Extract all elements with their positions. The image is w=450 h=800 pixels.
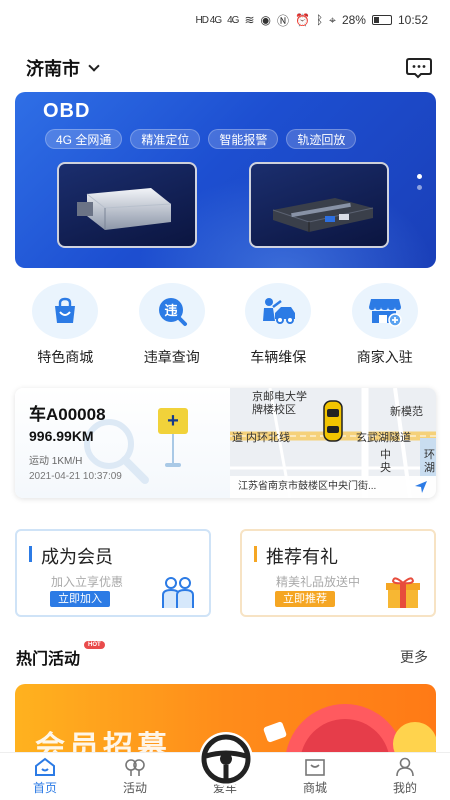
signal-icon-2: 4G (227, 14, 239, 26)
banner-tag: 精准定位 (130, 129, 201, 149)
battery-percent: 28% (341, 13, 366, 27)
hot-badge: HOT (84, 641, 105, 649)
banner-tag: 轨迹回放 (286, 129, 357, 149)
car-repair-icon (245, 283, 312, 339)
nfc-icon: Ⓝ (277, 13, 290, 28)
quick-menu: 特色商城 违 违章查询 车辆维保 商家入驻 (0, 283, 450, 367)
alarm-icon: ⏰ (295, 13, 310, 27)
nav-label: 活动 (122, 781, 147, 795)
car-summary: 车A00008 996.99KM 运动 1KM/H 2021-04-21 10:… (15, 388, 230, 498)
obd-banner[interactable]: OBD 4G 全网通 精准定位 智能报警 轨迹回放 (15, 92, 436, 268)
signal-icon: HD 4G (195, 14, 223, 26)
title-accent (254, 546, 257, 562)
banner-tags: 4G 全网通 精准定位 智能报警 轨迹回放 (45, 129, 357, 149)
map-label: 玄武湖隧道 (356, 432, 411, 444)
nav-label: 我的 (392, 781, 417, 795)
car-plate: 车A00008 (29, 405, 106, 424)
svg-text:违: 违 (164, 303, 177, 319)
quick-item-mall[interactable]: 特色商城 (17, 283, 113, 367)
flag-base (165, 463, 181, 467)
banner-tag: 4G 全网通 (45, 129, 123, 149)
map-label: 湖 (424, 462, 435, 474)
shop-join-icon (351, 283, 418, 339)
banner-title: OBD (43, 100, 91, 122)
hot-title-text: 热门活动 (16, 651, 81, 668)
pagination-dot (417, 174, 422, 179)
car-address: 江苏省南京市鼓楼区中央门街... (238, 481, 377, 492)
city-selector[interactable]: 济南市 (26, 55, 100, 81)
nav-mine[interactable]: 我的 (360, 753, 450, 800)
car-location-map[interactable]: 京邮电大学 牌楼校区 新模范 道 内环北线 玄武湖隧道 中 央 环 湖 江苏省南… (230, 388, 436, 498)
car-timestamp: 2021-04-21 10:37:09 (29, 471, 122, 482)
steering-wheel-button[interactable] (199, 732, 253, 786)
bluetooth-icon: ᛒ (315, 13, 324, 27)
steering-wheel-icon (201, 734, 251, 784)
map-label: 牌楼校区 (252, 404, 296, 416)
mall-icon (305, 759, 325, 776)
clock: 10:52 (397, 13, 428, 27)
nav-home[interactable]: 首页 (0, 753, 90, 800)
title-accent (29, 546, 32, 562)
nav-activity[interactable]: 活动 (90, 753, 180, 800)
location-icon: ⌖ (329, 12, 336, 27)
refer-now-button[interactable]: 立即推荐 (275, 591, 335, 607)
quick-label: 车辆维保 (250, 349, 307, 365)
header: 济南市 (0, 50, 450, 86)
status-bar: HD 4G 4G ≋ ◉ Ⓝ ⏰ ᛒ ⌖ 28% 10:52 (0, 0, 450, 40)
battery-icon (371, 15, 392, 25)
activity-icon (125, 759, 145, 776)
violation-search-icon: 违 (138, 283, 205, 339)
message-icon[interactable] (406, 57, 432, 79)
add-car-button[interactable]: + (158, 408, 188, 434)
eye-icon: ◉ (260, 13, 271, 27)
shopping-bag-icon (32, 283, 99, 339)
member-card[interactable]: 成为会员 加入立享优惠 立即加入 (15, 529, 211, 617)
hot-section-header: 热门活动 HOT 更多 (16, 641, 428, 669)
nav-label: 首页 (32, 781, 57, 795)
member-subtitle: 加入立享优惠 (51, 575, 124, 589)
quick-label: 违章查询 (143, 349, 200, 365)
tracker-device-image (249, 162, 389, 248)
quick-item-maintenance[interactable]: 车辆维保 (230, 283, 326, 367)
map-label: 新模范 (390, 406, 423, 418)
refer-title: 推荐有礼 (266, 547, 338, 567)
quick-item-merchant[interactable]: 商家入驻 (337, 283, 433, 367)
nav-mall[interactable]: 商城 (270, 753, 360, 800)
obd-device-image (57, 162, 197, 248)
quick-label: 特色商城 (37, 349, 94, 365)
nav-label: 商城 (302, 781, 327, 795)
car-status: 运动 1KM/H (29, 456, 83, 467)
more-link[interactable]: 更多 (400, 647, 428, 667)
home-icon (35, 757, 55, 776)
city-name: 济南市 (26, 59, 80, 79)
address-bar: 江苏省南京市鼓楼区中央门街... (230, 476, 436, 498)
gift-icon (386, 577, 420, 608)
hot-title: 热门活动 HOT (16, 641, 105, 669)
member-title: 成为会员 (41, 547, 113, 567)
banner-pagination (417, 174, 422, 190)
flag-pole (172, 434, 174, 464)
car-mileage: 996.99KM (29, 428, 94, 444)
chevron-down-icon (88, 60, 100, 72)
car-marker-icon (323, 400, 343, 442)
navigation-icon[interactable] (414, 480, 428, 494)
quick-label: 商家入驻 (356, 349, 413, 365)
car-info-card[interactable]: 车A00008 996.99KM 运动 1KM/H 2021-04-21 10:… (15, 388, 436, 498)
quick-item-violation[interactable]: 违 违章查询 (124, 283, 220, 367)
pagination-dot (417, 185, 422, 190)
members-icon (162, 577, 194, 608)
join-now-button[interactable]: 立即加入 (50, 591, 110, 607)
wifi-icon: ≋ (244, 13, 255, 27)
profile-icon (396, 757, 414, 777)
map-label: 央 (380, 462, 391, 474)
map-label: 道 内环北线 (232, 432, 291, 444)
banner-tag: 智能报警 (208, 129, 279, 149)
refer-card[interactable]: 推荐有礼 精美礼品放送中 立即推荐 (240, 529, 436, 617)
refer-subtitle: 精美礼品放送中 (276, 575, 361, 589)
